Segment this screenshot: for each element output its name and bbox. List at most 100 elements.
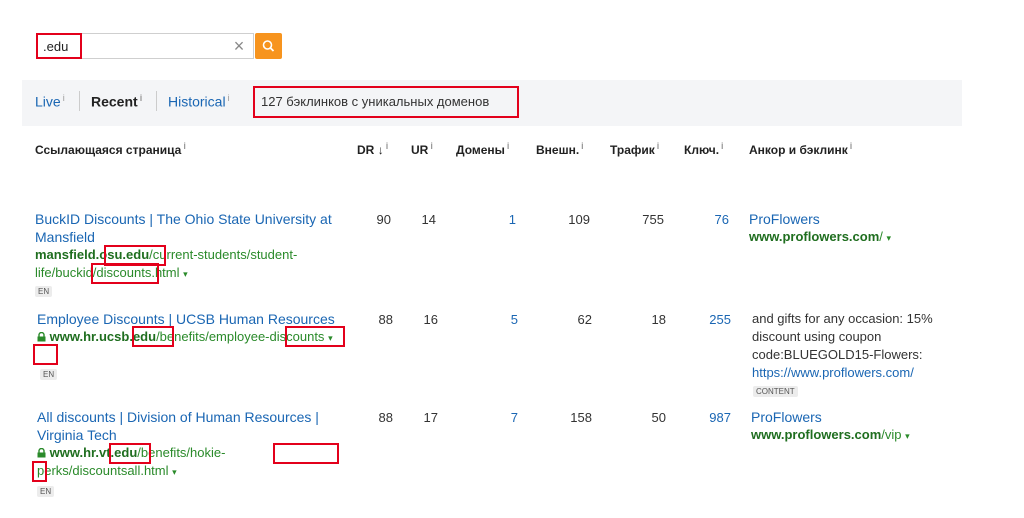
- url-path-end: all.html: [127, 463, 169, 478]
- dr-value: 88: [378, 410, 393, 425]
- info-icon: i: [227, 93, 230, 103]
- keywords-link[interactable]: 255: [682, 312, 731, 327]
- tab-recent[interactable]: Recent i: [91, 93, 142, 110]
- external-value: 158: [570, 410, 592, 425]
- lock-icon: [37, 445, 46, 458]
- info-icon: i: [430, 141, 433, 151]
- info-icon: i: [506, 141, 510, 151]
- url-path-keyword: discounts: [96, 265, 152, 280]
- info-icon: i: [721, 141, 724, 151]
- col-header-ur[interactable]: UR i: [411, 141, 433, 157]
- clear-icon[interactable]: ×: [228, 33, 250, 59]
- col-header-external-label: Внешн.: [536, 143, 580, 157]
- col-header-domains[interactable]: Домены i: [456, 141, 509, 157]
- domains-link[interactable]: 5: [472, 312, 518, 327]
- traffic-value: 755: [642, 212, 664, 227]
- url-tld: .edu: [110, 445, 138, 460]
- chevron-down-icon[interactable]: ▾: [183, 269, 188, 279]
- results-toolbar: [22, 80, 962, 126]
- anchor-link[interactable]: ProFlowers: [751, 408, 822, 426]
- dr-value: 88: [378, 312, 393, 327]
- backlink-url[interactable]: www.proflowers.com/ ▾: [749, 228, 891, 247]
- domains-link[interactable]: 7: [472, 410, 518, 425]
- backlink-path: /vip: [881, 427, 902, 442]
- tab-divider: [79, 91, 80, 111]
- anchor-text: and gifts for any occasion: 15% discount…: [752, 311, 933, 362]
- backlink-url[interactable]: www.proflowers.com/vip ▾: [751, 426, 910, 445]
- tab-historical[interactable]: Historical i: [168, 93, 230, 110]
- traffic-value: 18: [651, 312, 666, 327]
- page-url-link[interactable]: www.hr.ucsb.edu/benefits/employee-discou…: [37, 328, 337, 347]
- ur-value: 14: [421, 212, 436, 227]
- tab-historical-label: Historical: [168, 93, 226, 110]
- chevron-down-icon[interactable]: ▾: [905, 431, 910, 441]
- chevron-down-icon[interactable]: ▾: [328, 333, 333, 343]
- discounts-highlight: [33, 344, 58, 365]
- backlink-path: /: [879, 229, 883, 244]
- col-header-dr[interactable]: DR ↓ i: [357, 141, 388, 157]
- tab-live[interactable]: Live i: [35, 93, 65, 110]
- chevron-down-icon[interactable]: ▾: [172, 467, 177, 477]
- col-header-page-label: Ссылающаяся страница: [35, 143, 182, 157]
- keywords-link[interactable]: 987: [682, 410, 731, 425]
- url-host: www.hr.vt: [49, 445, 111, 460]
- url-path-end: .html: [151, 265, 180, 280]
- info-icon: i: [849, 141, 853, 151]
- col-header-traffic-label: Трафик: [610, 143, 655, 157]
- tab-live-label: Live: [35, 93, 61, 110]
- col-header-keywords-label: Ключ.: [684, 143, 720, 157]
- col-header-domains-label: Домены: [456, 143, 505, 157]
- language-badge: EN: [40, 369, 58, 380]
- page-title-link[interactable]: All discounts | Division of Human Resour…: [37, 408, 337, 444]
- lock-icon: [37, 329, 46, 342]
- page-title-link[interactable]: Employee Discounts | UCSB Human Resource…: [37, 310, 347, 328]
- col-header-anchor-label: Анкор и бэклинк: [749, 143, 848, 157]
- search-icon: [262, 40, 275, 52]
- language-badge: EN: [35, 286, 53, 297]
- info-icon: i: [183, 141, 186, 151]
- backlink-url[interactable]: https://www.proflowers.com/: [752, 364, 914, 382]
- tab-divider: [156, 91, 157, 111]
- traffic-value: 50: [651, 410, 666, 425]
- page-url-link[interactable]: www.hr.vt.edu/benefits/hokie-perks/disco…: [37, 444, 337, 481]
- ur-value: 17: [423, 410, 438, 425]
- url-path-keyword: discounts: [72, 463, 128, 478]
- search-button[interactable]: [255, 33, 282, 59]
- col-header-external[interactable]: Внешн. i: [536, 141, 584, 157]
- backlinks-summary: 127 бэклинков с уникальных доменов: [261, 94, 490, 109]
- page-url-link[interactable]: mansfield.osu.edu/current-students/stude…: [35, 246, 335, 283]
- keywords-link[interactable]: 76: [680, 212, 729, 227]
- col-header-anchor[interactable]: Анкор и бэклинк i: [749, 141, 852, 157]
- dr-value: 90: [376, 212, 391, 227]
- info-icon: i: [581, 141, 584, 151]
- info-icon: i: [139, 93, 143, 103]
- col-header-page[interactable]: Ссылающаяся страница i: [35, 141, 186, 157]
- external-value: 109: [568, 212, 590, 227]
- url-path: /benefits/employee-: [156, 329, 270, 344]
- url-tld: .edu: [122, 247, 150, 262]
- url-host: www.hr.ucsb: [49, 329, 130, 344]
- url-tld: .edu: [129, 329, 157, 344]
- info-icon: i: [62, 93, 65, 103]
- content-badge: CONTENT: [753, 386, 798, 397]
- info-icon: i: [656, 141, 660, 151]
- sort-desc-icon: ↓: [377, 143, 384, 157]
- url-path-keyword: discounts: [269, 329, 325, 344]
- language-badge: EN: [37, 486, 55, 497]
- info-icon: i: [385, 141, 389, 151]
- col-header-dr-label: DR: [357, 143, 375, 157]
- chevron-down-icon[interactable]: ▾: [887, 233, 892, 243]
- ur-value: 16: [423, 312, 438, 327]
- external-value: 62: [577, 312, 592, 327]
- search-input[interactable]: [36, 33, 254, 59]
- anchor-link[interactable]: ProFlowers: [749, 210, 820, 228]
- col-header-keywords[interactable]: Ключ. i: [684, 141, 724, 157]
- page-title-link[interactable]: BuckID Discounts | The Ohio State Univer…: [35, 210, 345, 246]
- col-header-traffic[interactable]: Трафик i: [610, 141, 659, 157]
- backlink-host: www.proflowers.com: [749, 229, 880, 244]
- url-host: mansfield.osu: [35, 247, 123, 262]
- tab-recent-label: Recent: [91, 93, 138, 110]
- backlink-host: www.proflowers.com: [751, 427, 882, 442]
- domains-link[interactable]: 1: [470, 212, 516, 227]
- col-header-ur-label: UR: [411, 143, 429, 157]
